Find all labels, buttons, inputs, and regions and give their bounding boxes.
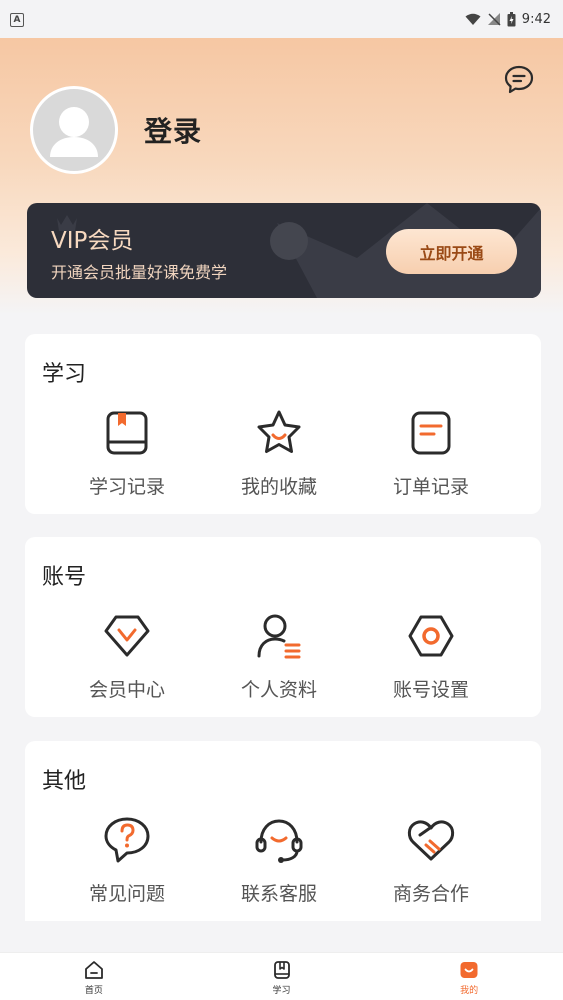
account-section: 账号 会员中心 个人资料 账号设置 — [25, 537, 541, 717]
profile-header: 登录 VIP会员 开通会员批量好课免费学 立即开通 — [0, 38, 563, 315]
item-label: 常见问题 — [88, 883, 165, 905]
tab-home[interactable]: 首页 — [0, 953, 188, 1000]
customer-service-item[interactable]: 联系客服 — [203, 815, 355, 906]
item-label: 我的收藏 — [240, 476, 317, 498]
item-label: 会员中心 — [88, 679, 165, 701]
bookmark-book-icon — [273, 961, 290, 979]
book-icon — [106, 411, 148, 455]
question-bubble-icon — [104, 817, 150, 863]
handshake-heart-icon — [407, 820, 455, 861]
default-avatar-icon — [50, 107, 98, 157]
avatar[interactable] — [30, 86, 118, 174]
faq-item[interactable]: 常见问题 — [51, 815, 203, 906]
item-label: 商务合作 — [392, 883, 469, 905]
vip-title: VIP会员 — [51, 228, 134, 254]
tab-label: 首页 — [84, 986, 103, 996]
settings-hexagon-icon — [408, 615, 454, 657]
item-label: 订单记录 — [392, 476, 469, 498]
tab-label: 学习 — [272, 986, 291, 996]
home-icon — [84, 961, 103, 979]
headset-icon — [255, 819, 303, 863]
login-link[interactable]: 登录 — [144, 110, 202, 150]
section-title: 账号 — [42, 565, 87, 590]
other-section: 其他 常见问题 联系客服 商务合作 — [25, 741, 541, 921]
my-smile-icon — [460, 962, 478, 978]
battery-icon — [507, 11, 516, 26]
item-label: 账号设置 — [392, 679, 469, 701]
order-icon — [411, 411, 451, 455]
item-label: 个人资料 — [240, 679, 317, 701]
vip-diamond-icon — [104, 615, 150, 657]
item-label: 学习记录 — [88, 476, 165, 498]
tab-label: 我的 — [460, 986, 479, 996]
section-title: 学习 — [42, 362, 87, 387]
vip-subtitle: 开通会员批量好课免费学 — [51, 263, 228, 282]
wifi-icon — [465, 13, 481, 25]
bottom-tab-bar: 首页 学习 我的 — [0, 952, 563, 1000]
status-right: 9:42 — [465, 11, 551, 27]
activate-vip-button[interactable]: 立即开通 — [386, 229, 517, 274]
favorites-item[interactable]: 我的收藏 — [203, 408, 355, 499]
message-icon[interactable] — [503, 64, 535, 96]
star-icon — [257, 410, 301, 453]
section-title: 其他 — [42, 769, 87, 794]
item-label: 联系客服 — [240, 883, 317, 905]
no-signal-icon — [487, 13, 501, 26]
personal-info-item[interactable]: 个人资料 — [203, 611, 355, 702]
status-bar: A 9:42 — [0, 0, 563, 38]
study-record-item[interactable]: 学习记录 — [51, 408, 203, 499]
profile-icon — [257, 614, 301, 659]
status-time: 9:42 — [521, 11, 551, 27]
status-left: A — [10, 11, 24, 27]
tab-my[interactable]: 我的 — [375, 953, 563, 1000]
vip-center-item[interactable]: 会员中心 — [51, 611, 203, 702]
vip-banner[interactable]: VIP会员 开通会员批量好课免费学 立即开通 — [27, 203, 541, 298]
app-notification-icon: A — [10, 13, 24, 27]
study-section: 学习 学习记录 我的收藏 订单记录 — [25, 334, 541, 514]
business-cooperation-item[interactable]: 商务合作 — [355, 815, 507, 906]
order-record-item[interactable]: 订单记录 — [355, 408, 507, 499]
tab-study[interactable]: 学习 — [188, 953, 376, 1000]
account-settings-item[interactable]: 账号设置 — [355, 611, 507, 702]
